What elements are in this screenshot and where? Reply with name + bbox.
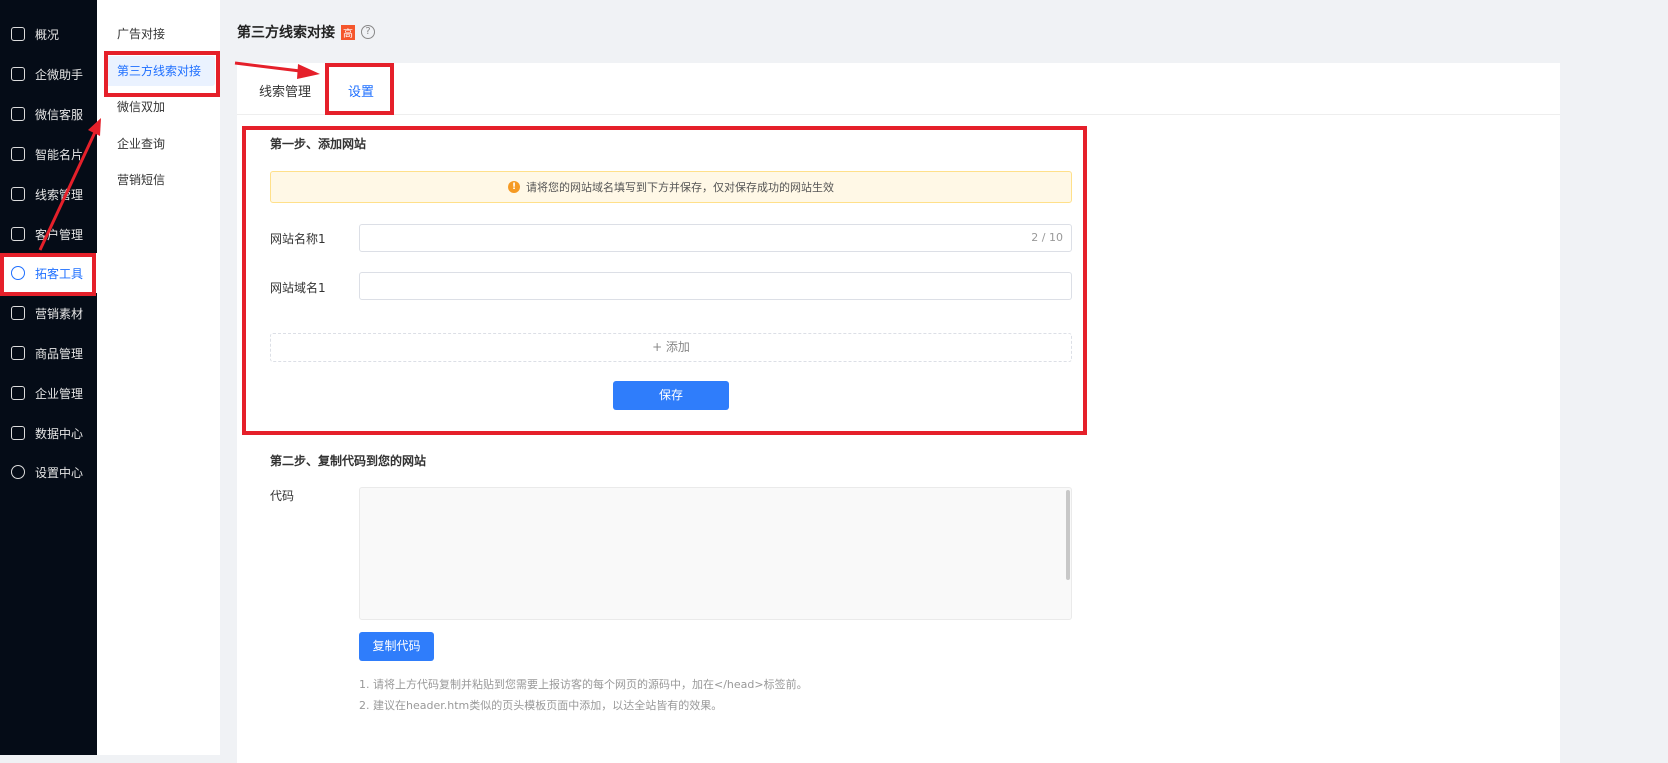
- website-name-input[interactable]: 2 / 10: [359, 224, 1072, 252]
- submenu-marketing-sms[interactable]: 营销短信: [105, 165, 215, 195]
- instruction-2: 2. 建议在header.htm类似的页头模板页面中添加，以达全站皆有的效果。: [359, 699, 723, 712]
- chat-icon: [11, 67, 25, 81]
- website-name-label: 网站名称1: [270, 232, 326, 246]
- chart-icon: [11, 426, 25, 440]
- sidebar-item-marketing-materials[interactable]: 营销素材: [0, 293, 97, 333]
- sidebar-item-data-center[interactable]: 数据中心: [0, 413, 97, 453]
- sidebar-item-overview[interactable]: 概况: [0, 14, 97, 54]
- instruction-1: 1. 请将上方代码复制并粘贴到您需要上报访客的每个网页的源码中，加在</head…: [359, 678, 808, 691]
- sidebar-item-customers[interactable]: 客户管理: [0, 214, 97, 254]
- save-button[interactable]: 保存: [613, 381, 729, 410]
- users-icon: [11, 227, 25, 241]
- content-card: 线索管理 设置: [237, 63, 1560, 763]
- submenu: 广告对接 第三方线索对接 微信双加 企业查询 营销短信: [97, 0, 220, 755]
- scrollbar[interactable]: [1066, 490, 1070, 580]
- sidebar-item-acquisition-tools[interactable]: 拓客工具: [0, 253, 97, 293]
- sidebar-item-wechat-service[interactable]: 微信客服: [0, 94, 97, 134]
- megaphone-icon: [11, 306, 25, 320]
- tab-lead-management[interactable]: 线索管理: [259, 81, 311, 100]
- gear-icon: [11, 465, 25, 479]
- home-icon: [11, 27, 25, 41]
- tab-bar: 线索管理 设置: [237, 63, 1560, 115]
- submenu-wechat-double-add[interactable]: 微信双加: [105, 92, 215, 122]
- warning-icon: !: [508, 181, 520, 193]
- code-label: 代码: [270, 489, 295, 503]
- sidebar-item-wecom-assistant[interactable]: 企微助手: [0, 54, 97, 94]
- sidebar-item-products[interactable]: 商品管理: [0, 333, 97, 373]
- copy-code-button[interactable]: 复制代码: [359, 632, 434, 661]
- bag-icon: [11, 346, 25, 360]
- submenu-ad-integration[interactable]: 广告对接: [105, 19, 215, 49]
- info-alert: ! 请将您的网站域名填写到下方并保存，仅对保存成功的网站生效: [270, 171, 1072, 203]
- add-website-button[interactable]: + 添加: [270, 333, 1072, 362]
- help-icon[interactable]: ?: [361, 25, 375, 39]
- page-title: 第三方线索对接 高 ?: [237, 22, 375, 42]
- step2-heading: 第二步、复制代码到您的网站: [270, 454, 427, 468]
- website-domain-input[interactable]: [359, 272, 1072, 300]
- submenu-third-party-leads[interactable]: 第三方线索对接: [105, 56, 215, 86]
- card-icon: [11, 147, 25, 161]
- step1-heading: 第一步、添加网站: [270, 137, 367, 151]
- route-icon: [11, 187, 25, 201]
- briefcase-icon: [11, 386, 25, 400]
- sidebar-item-settings[interactable]: 设置中心: [0, 452, 97, 492]
- sidebar-item-enterprise[interactable]: 企业管理: [0, 373, 97, 413]
- priority-badge: 高: [341, 24, 355, 40]
- code-textarea[interactable]: [359, 487, 1072, 620]
- char-count: 2 / 10: [1031, 231, 1063, 244]
- tool-icon: [11, 266, 25, 280]
- smile-icon: [11, 107, 25, 121]
- tab-settings[interactable]: 设置: [348, 81, 374, 100]
- sidebar: 概况 企微助手 微信客服 智能名片 线索管理 客户管理 拓客工具 营销素材 商品…: [0, 0, 97, 755]
- website-domain-label: 网站域名1: [270, 281, 326, 295]
- submenu-company-lookup[interactable]: 企业查询: [105, 129, 215, 159]
- sidebar-item-smart-card[interactable]: 智能名片: [0, 134, 97, 174]
- sidebar-item-leads[interactable]: 线索管理: [0, 174, 97, 214]
